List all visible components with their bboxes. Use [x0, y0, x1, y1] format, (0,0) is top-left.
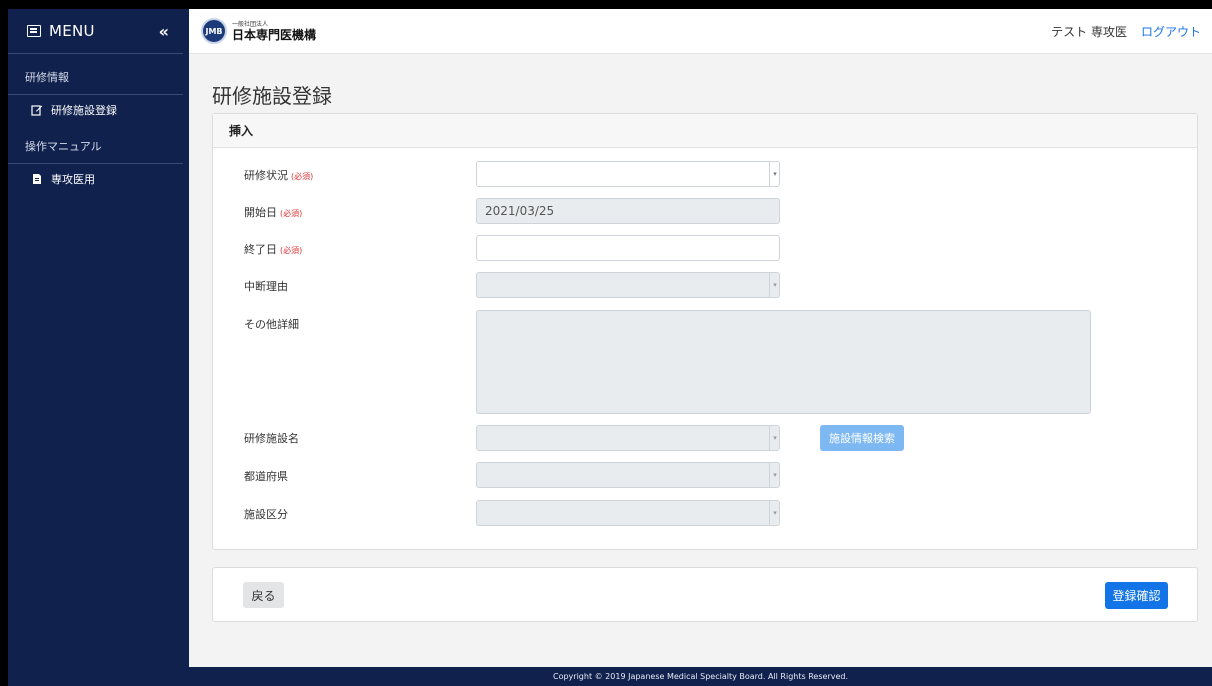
interrupt-reason-select[interactable]	[476, 272, 780, 298]
document-icon	[33, 174, 41, 184]
action-bar: 戻る 登録確認	[212, 567, 1198, 622]
main-content: 研修施設登録 挿入 研修状況 (必須) ▾ 開始日 (必須) 2021/03/25 …	[189, 54, 1212, 667]
insert-form-card: 挿入 研修状況 (必須) ▾ 開始日 (必須) 2021/03/25 終了日 (必須)…	[212, 113, 1198, 550]
list-icon	[27, 25, 41, 37]
collapse-sidebar-icon[interactable]: «	[159, 22, 169, 41]
other-details-label: その他詳細	[244, 318, 299, 331]
sidebar-divider	[8, 163, 183, 164]
prefecture-label: 都道府県	[244, 470, 288, 483]
prefecture-select[interactable]	[476, 462, 780, 488]
logo-title: 日本専門医機構	[232, 27, 317, 42]
logout-link[interactable]: ログアウト	[1141, 23, 1201, 40]
footer: Copyright © 2019 Japanese Medical Specia…	[189, 667, 1212, 686]
end-date-field[interactable]	[476, 235, 780, 261]
sidebar-item-label: 専攻医用	[51, 173, 95, 186]
start-date-field: 2021/03/25	[476, 198, 780, 224]
facility-name-label: 研修施設名	[244, 432, 299, 445]
required-mark: (必須)	[291, 172, 314, 181]
logo-mark: JMB	[201, 18, 227, 44]
facility-type-select[interactable]	[476, 500, 780, 526]
end-date-label-text: 終了日	[244, 243, 277, 256]
status-label-text: 研修状況	[244, 169, 288, 182]
status-select[interactable]	[476, 161, 780, 187]
menu-label: MENU	[49, 22, 95, 40]
window-top-border	[0, 0, 1212, 9]
interrupt-reason-label: 中断理由	[244, 280, 288, 293]
required-mark: (必須)	[280, 209, 303, 218]
facility-type-label: 施設区分	[244, 508, 288, 521]
sidebar-divider	[8, 94, 183, 95]
user-name: テスト 専攻医	[1051, 25, 1127, 39]
sidebar-item-label: 研修施設登録	[51, 104, 117, 117]
header-user-area: テスト 専攻医 ログアウト	[1051, 9, 1201, 54]
chevron-down-icon: ▾	[769, 161, 780, 187]
top-header: JMB 一般社団法人 日本専門医機構 テスト 専攻医 ログアウト	[189, 9, 1212, 54]
window-left-border	[0, 0, 8, 686]
sidebar-item-resident-manual[interactable]: 専攻医用	[8, 166, 189, 192]
facility-search-button[interactable]: 施設情報検索	[820, 425, 904, 451]
start-date-label-text: 開始日	[244, 206, 277, 219]
chevron-down-icon: ▾	[769, 500, 780, 526]
start-date-label: 開始日 (必須)	[244, 204, 302, 220]
other-details-textarea[interactable]	[476, 310, 1091, 414]
sidebar-item-facility-registration[interactable]: 研修施設登録	[8, 97, 189, 123]
sidebar: MENU « 研修情報 研修施設登録 操作マニュアル 専攻医用	[8, 9, 189, 686]
page-title: 研修施設登録	[212, 84, 332, 108]
chevron-down-icon: ▾	[769, 462, 780, 488]
edit-icon	[31, 105, 43, 116]
facility-name-select[interactable]	[476, 425, 780, 451]
sidebar-section-training-info: 研修情報	[25, 71, 69, 84]
logo-text: 一般社団法人 日本専門医機構	[232, 20, 317, 42]
card-title: 挿入	[213, 114, 1197, 148]
confirm-registration-button[interactable]: 登録確認	[1105, 582, 1168, 609]
logo[interactable]: JMB 一般社団法人 日本専門医機構	[201, 18, 316, 44]
chevron-down-icon: ▾	[769, 425, 780, 451]
required-mark: (必須)	[280, 246, 303, 255]
sidebar-section-manual: 操作マニュアル	[25, 140, 102, 153]
logo-subtitle: 一般社団法人	[232, 20, 269, 28]
status-label: 研修状況 (必須)	[244, 167, 313, 183]
sidebar-header: MENU «	[8, 9, 183, 54]
end-date-label: 終了日 (必須)	[244, 241, 302, 257]
back-button[interactable]: 戻る	[243, 582, 284, 608]
chevron-down-icon: ▾	[769, 272, 780, 298]
